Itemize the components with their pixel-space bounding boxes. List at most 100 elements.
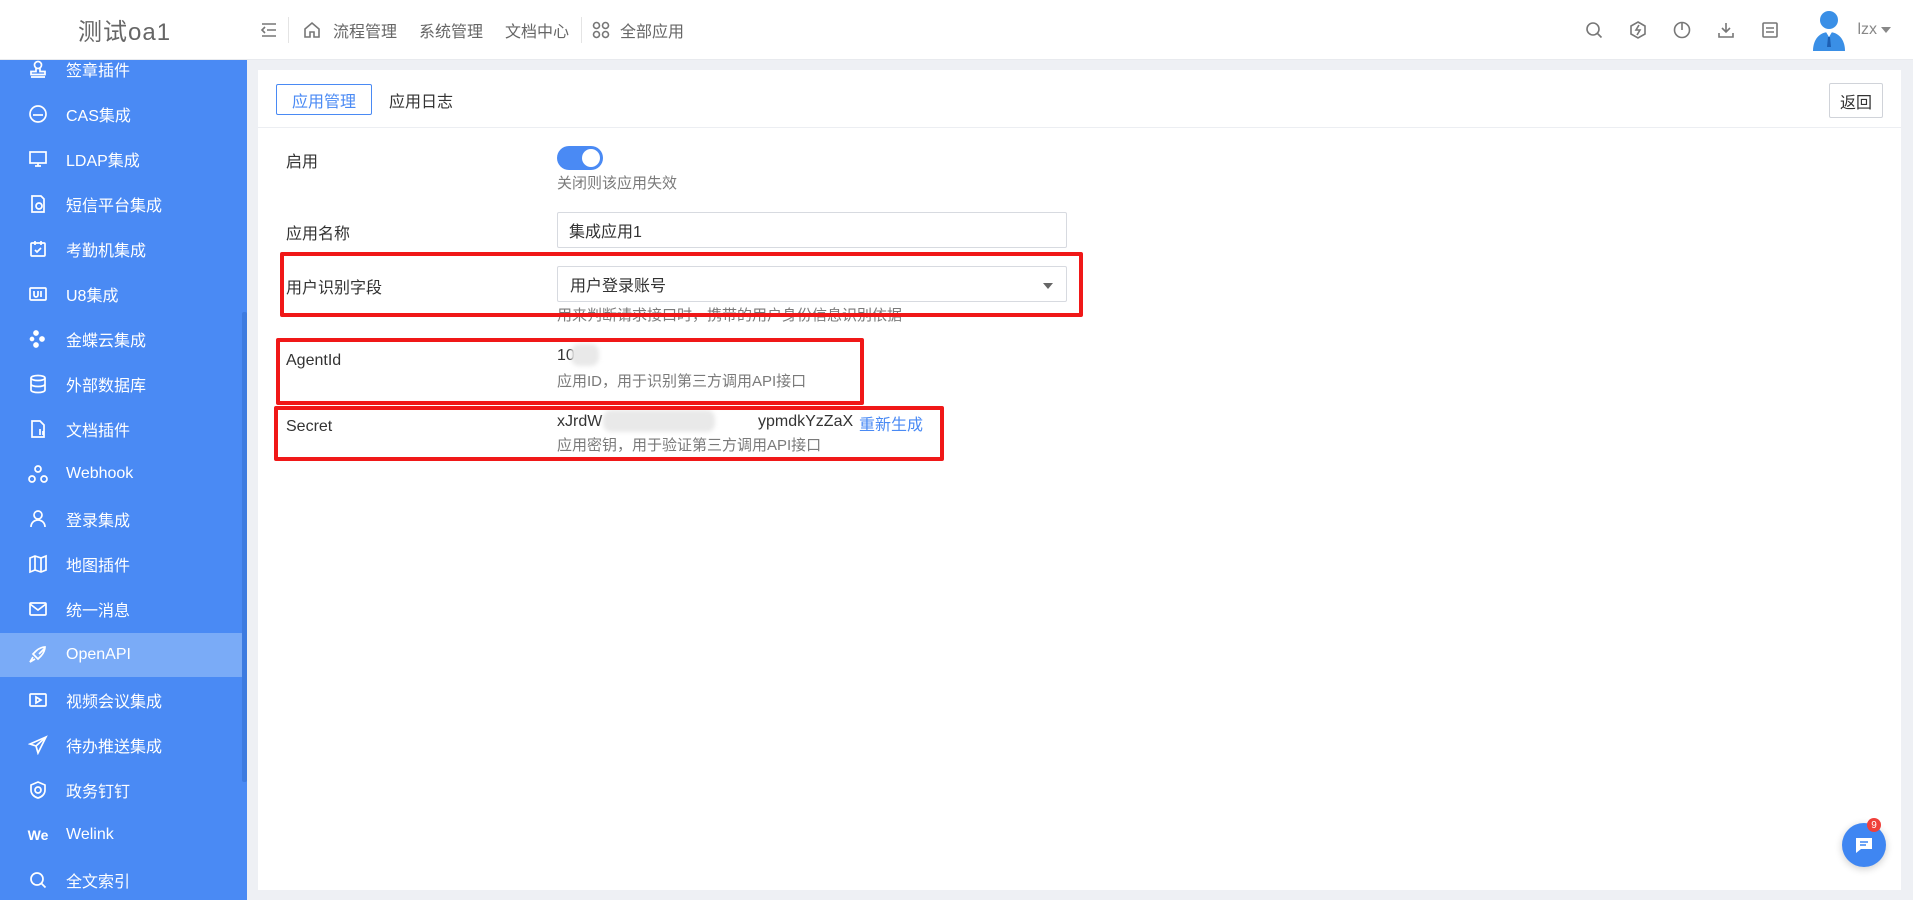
tab-app-log[interactable]: 应用日志 xyxy=(378,84,464,115)
video-icon xyxy=(27,689,49,711)
mail-icon xyxy=(27,598,49,620)
user-icon xyxy=(27,508,49,530)
nav-document-center[interactable]: 文档中心 xyxy=(505,18,569,42)
sidebar-item-messages[interactable]: 统一消息 xyxy=(0,587,242,631)
sidebar-item-label: 短信平台集成 xyxy=(66,198,163,215)
enable-label: 启用 xyxy=(286,154,319,171)
top-nav: 流程管理 系统管理 文档中心 xyxy=(333,18,591,42)
sidebar-item-label: 全文索引 xyxy=(66,874,131,891)
sidebar-item-attendance[interactable]: 考勤机集成 xyxy=(0,227,242,271)
sidebar-scrollbar[interactable] xyxy=(242,312,247,782)
sidebar-item-label: Welink xyxy=(66,826,114,843)
sidebar-item-ldap[interactable]: LDAP集成 xyxy=(0,137,242,181)
chat-badge: 9 xyxy=(1867,818,1881,832)
rocket-icon xyxy=(27,644,49,666)
sidebar-item-stamp-plugin[interactable]: 签章插件 xyxy=(0,60,242,91)
sidebar-item-video[interactable]: 视频会议集成 xyxy=(0,678,242,722)
sidebar-item-label: 金蝶云集成 xyxy=(66,333,147,350)
stamp-icon xyxy=(27,60,49,80)
sidebar-item-cas[interactable]: CAS集成 xyxy=(0,92,242,136)
enable-hint: 关闭则该应用失效 xyxy=(557,175,678,192)
sidebar-item-label: LDAP集成 xyxy=(66,153,140,170)
highlight-box-user-field xyxy=(280,252,1083,317)
search-icon xyxy=(27,869,49,891)
attendance-icon xyxy=(27,238,49,260)
header-actions: lzx xyxy=(1561,0,1891,60)
lightning-icon[interactable] xyxy=(1627,19,1649,41)
cas-icon xyxy=(27,103,49,125)
sidebar-item-map[interactable]: 地图插件 xyxy=(0,542,242,586)
sidebar-item-label: 政务钉钉 xyxy=(66,784,131,801)
sidebar-item-todo-push[interactable]: 待办推送集成 xyxy=(0,723,242,767)
checklist-icon[interactable] xyxy=(1759,19,1781,41)
ldap-icon xyxy=(27,148,49,170)
sidebar-item-fulltext-index[interactable]: 全文索引 xyxy=(0,858,242,900)
top-header: 测试oa1 流程管理 系统管理 文档中心 全部应用 lzx xyxy=(0,0,1913,60)
nav-system-management[interactable]: 系统管理 xyxy=(419,18,483,42)
shield-icon xyxy=(27,779,49,801)
kingdee-icon xyxy=(27,328,49,350)
sidebar-item-label: U8集成 xyxy=(66,288,119,305)
database-icon xyxy=(27,373,49,395)
sidebar-item-login[interactable]: 登录集成 xyxy=(0,497,242,541)
sidebar-item-welink[interactable]: We Welink xyxy=(0,813,242,857)
app-title: 测试oa1 xyxy=(78,19,172,46)
sidebar-item-webhook[interactable]: Webhook xyxy=(0,452,242,496)
sidebar: 签章插件 CAS集成 LDAP集成 短信平台集成 考勤机集成 U8集成 金蝶云集… xyxy=(0,60,247,900)
sidebar-item-label: 考勤机集成 xyxy=(66,243,147,260)
webhook-icon xyxy=(27,463,49,485)
sidebar-item-database[interactable]: 外部数据库 xyxy=(0,362,242,406)
sidebar-item-label: 登录集成 xyxy=(66,513,131,530)
header-divider xyxy=(581,16,583,43)
sidebar-item-label: 地图插件 xyxy=(66,558,131,575)
sidebar-item-u8[interactable]: U8集成 xyxy=(0,272,242,316)
sms-icon xyxy=(27,193,49,215)
sidebar-item-label: 视频会议集成 xyxy=(66,694,163,711)
enable-toggle[interactable] xyxy=(557,146,603,170)
menu-toggle-icon[interactable] xyxy=(258,19,280,41)
sidebar-item-openapi[interactable]: OpenAPI xyxy=(0,633,242,677)
sidebar-item-label: 文档插件 xyxy=(66,423,131,440)
toggle-knob xyxy=(582,149,600,167)
header-divider xyxy=(288,16,289,43)
download-icon[interactable] xyxy=(1715,19,1737,41)
tab-bar: 应用管理 应用日志 返回 xyxy=(258,70,1901,128)
app-name-value: 集成应用1 xyxy=(569,224,642,241)
user-menu[interactable]: lzx xyxy=(1857,21,1891,39)
tab-app-management[interactable]: 应用管理 xyxy=(276,84,372,115)
sidebar-item-kingdee[interactable]: 金蝶云集成 xyxy=(0,317,242,361)
document-plugin-icon xyxy=(27,418,49,440)
chat-button[interactable] xyxy=(1842,823,1886,867)
sidebar-item-sms[interactable]: 短信平台集成 xyxy=(0,182,242,226)
back-button[interactable]: 返回 xyxy=(1829,83,1883,118)
grid-icon xyxy=(590,19,612,41)
map-icon xyxy=(27,553,49,575)
highlight-box-secret xyxy=(274,406,944,461)
home-icon[interactable] xyxy=(301,19,323,41)
highlight-box-agentid xyxy=(276,338,864,405)
search-icon[interactable] xyxy=(1583,19,1605,41)
all-apps-label: 全部应用 xyxy=(620,23,685,41)
sidebar-item-dingtalk[interactable]: 政务钉钉 xyxy=(0,768,242,812)
sidebar-item-document-plugin[interactable]: 文档插件 xyxy=(0,407,242,451)
send-icon xyxy=(27,734,49,756)
welink-icon: We xyxy=(27,827,49,843)
sidebar-item-label: Webhook xyxy=(66,465,134,482)
avatar[interactable] xyxy=(1811,9,1847,51)
chevron-down-icon xyxy=(1881,27,1891,33)
sidebar-item-label: 签章插件 xyxy=(66,63,131,80)
app-name-input[interactable]: 集成应用1 xyxy=(557,212,1067,248)
sidebar-item-label: 外部数据库 xyxy=(66,378,147,395)
chat-icon xyxy=(1856,838,1872,853)
nav-process-management[interactable]: 流程管理 xyxy=(333,18,397,42)
u8-icon xyxy=(27,283,49,305)
sidebar-item-label: 统一消息 xyxy=(66,603,131,620)
power-icon[interactable] xyxy=(1671,19,1693,41)
all-apps-button[interactable]: 全部应用 xyxy=(590,18,684,42)
username: lzx xyxy=(1857,21,1877,38)
sidebar-item-label: OpenAPI xyxy=(66,646,131,663)
main-panel: 应用管理 应用日志 返回 启用 关闭则该应用失效 应用名称 集成应用1 用户识别… xyxy=(258,70,1901,890)
app-name-label: 应用名称 xyxy=(286,226,351,243)
sidebar-item-label: CAS集成 xyxy=(66,108,131,125)
sidebar-item-label: 待办推送集成 xyxy=(66,739,163,756)
